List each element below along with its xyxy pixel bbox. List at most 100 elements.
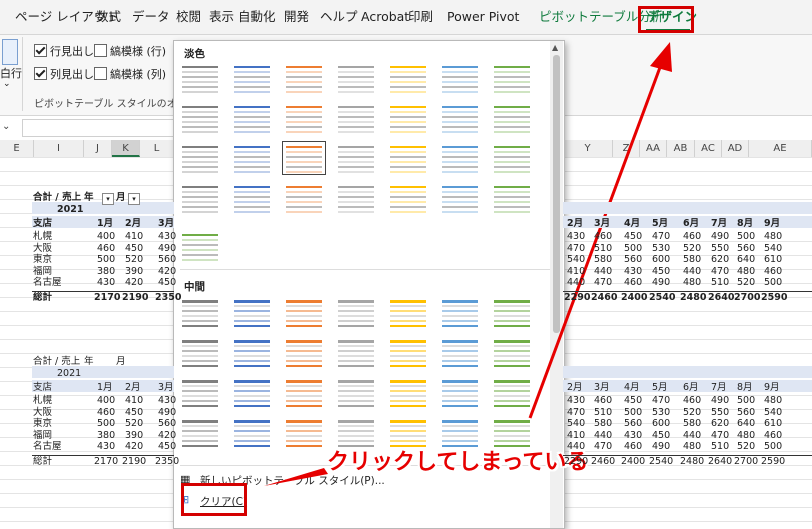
value-cell: 470 <box>711 265 730 277</box>
value-cell: 520 <box>125 418 144 429</box>
annotation-text: クリックしてしまっている <box>327 450 589 475</box>
value-cell: 560 <box>624 254 643 265</box>
total-cell: 2460 <box>591 455 616 467</box>
value-cell: 540 <box>567 418 586 429</box>
value-cell: 560 <box>737 242 756 254</box>
total-cell: 2480 <box>680 291 707 303</box>
value-cell: 460 <box>97 406 116 418</box>
value-cell: 440 <box>567 277 586 288</box>
value-cell: 500 <box>97 418 116 429</box>
branch-name: 福岡 <box>33 429 53 441</box>
month-header: 3月 <box>158 382 174 393</box>
value-cell: 600 <box>652 254 671 265</box>
header-band <box>563 366 812 378</box>
value-cell: 480 <box>737 429 756 441</box>
value-cell: 490 <box>158 242 177 254</box>
value-cell: 460 <box>683 231 702 242</box>
value-cell: 580 <box>594 418 613 429</box>
value-cell: 450 <box>125 406 144 418</box>
total-label: 総計 <box>33 455 53 467</box>
pivot-month-label: 月 <box>116 192 126 203</box>
month-header: 6月 <box>683 382 699 393</box>
value-cell: 560 <box>158 254 177 265</box>
value-cell: 510 <box>711 277 730 288</box>
value-cell: 530 <box>652 242 671 254</box>
value-cell: 560 <box>158 418 177 429</box>
total-cell: 2170 <box>94 291 121 303</box>
value-cell: 460 <box>594 231 613 242</box>
total-cell: 2700 <box>734 291 761 303</box>
branch-name: 福岡 <box>33 265 53 277</box>
month-header: 2月 <box>125 218 142 229</box>
value-cell: 540 <box>764 406 783 418</box>
total-cell: 2400 <box>621 291 648 303</box>
value-cell: 610 <box>764 418 783 429</box>
branch-name: 札幌 <box>33 395 53 406</box>
branch-name: 札幌 <box>33 231 53 242</box>
value-cell: 420 <box>158 265 177 277</box>
value-cell: 470 <box>711 429 730 441</box>
filter-dropdown-icon[interactable]: ▾ <box>102 193 114 205</box>
month-header: 1月 <box>97 382 113 393</box>
value-cell: 470 <box>567 242 586 254</box>
value-cell: 580 <box>683 254 702 265</box>
value-cell: 520 <box>683 406 702 418</box>
total-label: 総計 <box>33 291 53 303</box>
pivot-title: 合計 / 売上 <box>33 192 82 203</box>
value-cell: 450 <box>158 441 177 452</box>
total-cell: 2350 <box>155 455 180 467</box>
value-cell: 480 <box>683 277 702 288</box>
value-cell: 490 <box>652 277 671 288</box>
pivot-year-label: 年 <box>84 192 94 203</box>
value-cell: 580 <box>594 254 613 265</box>
value-cell: 560 <box>737 406 756 418</box>
month-header: 5月 <box>652 382 668 393</box>
pivot-title: 合計 / 売上 <box>33 356 81 367</box>
filter-dropdown-icon[interactable]: ▾ <box>128 193 140 205</box>
month-header: 8月 <box>737 218 754 229</box>
pivot-year-label: 年 <box>84 356 94 367</box>
value-cell: 620 <box>711 418 730 429</box>
month-header: 3月 <box>158 218 175 229</box>
value-cell: 470 <box>594 441 613 452</box>
total-cell: 2590 <box>761 291 788 303</box>
value-cell: 640 <box>737 418 756 429</box>
value-cell: 460 <box>594 395 613 406</box>
branch-name: 大阪 <box>33 406 53 418</box>
value-cell: 460 <box>683 395 702 406</box>
month-header: 7月 <box>711 382 727 393</box>
value-cell: 440 <box>594 265 613 277</box>
month-header: 4月 <box>624 218 641 229</box>
value-cell: 450 <box>624 231 643 242</box>
total-cell: 2540 <box>649 291 676 303</box>
pivot-branch-label: 支店 <box>33 382 53 393</box>
pivot-branch-label: 支店 <box>33 218 53 229</box>
total-cell: 2190 <box>122 455 147 467</box>
value-cell: 540 <box>764 242 783 254</box>
total-cell: 2170 <box>94 455 119 467</box>
value-cell: 500 <box>764 277 783 288</box>
pivot-month-label: 月 <box>116 356 126 367</box>
month-header: 2月 <box>567 218 584 229</box>
value-cell: 480 <box>737 265 756 277</box>
value-cell: 610 <box>764 254 783 265</box>
value-cell: 480 <box>764 395 783 406</box>
total-cell: 2350 <box>155 291 182 303</box>
total-cell: 2400 <box>621 455 646 467</box>
value-cell: 470 <box>567 406 586 418</box>
value-cell: 430 <box>97 277 116 288</box>
value-cell: 450 <box>624 395 643 406</box>
total-cell: 2640 <box>708 455 733 467</box>
month-header: 2月 <box>125 382 141 393</box>
value-cell: 500 <box>97 254 116 265</box>
value-cell: 490 <box>711 395 730 406</box>
month-header: 3月 <box>594 382 610 393</box>
total-cell: 2290 <box>564 291 591 303</box>
value-cell: 450 <box>125 242 144 254</box>
month-header: 6月 <box>683 218 700 229</box>
value-cell: 620 <box>711 254 730 265</box>
value-cell: 440 <box>683 265 702 277</box>
value-cell: 560 <box>624 418 643 429</box>
value-cell: 550 <box>711 242 730 254</box>
total-cell: 2190 <box>122 291 149 303</box>
